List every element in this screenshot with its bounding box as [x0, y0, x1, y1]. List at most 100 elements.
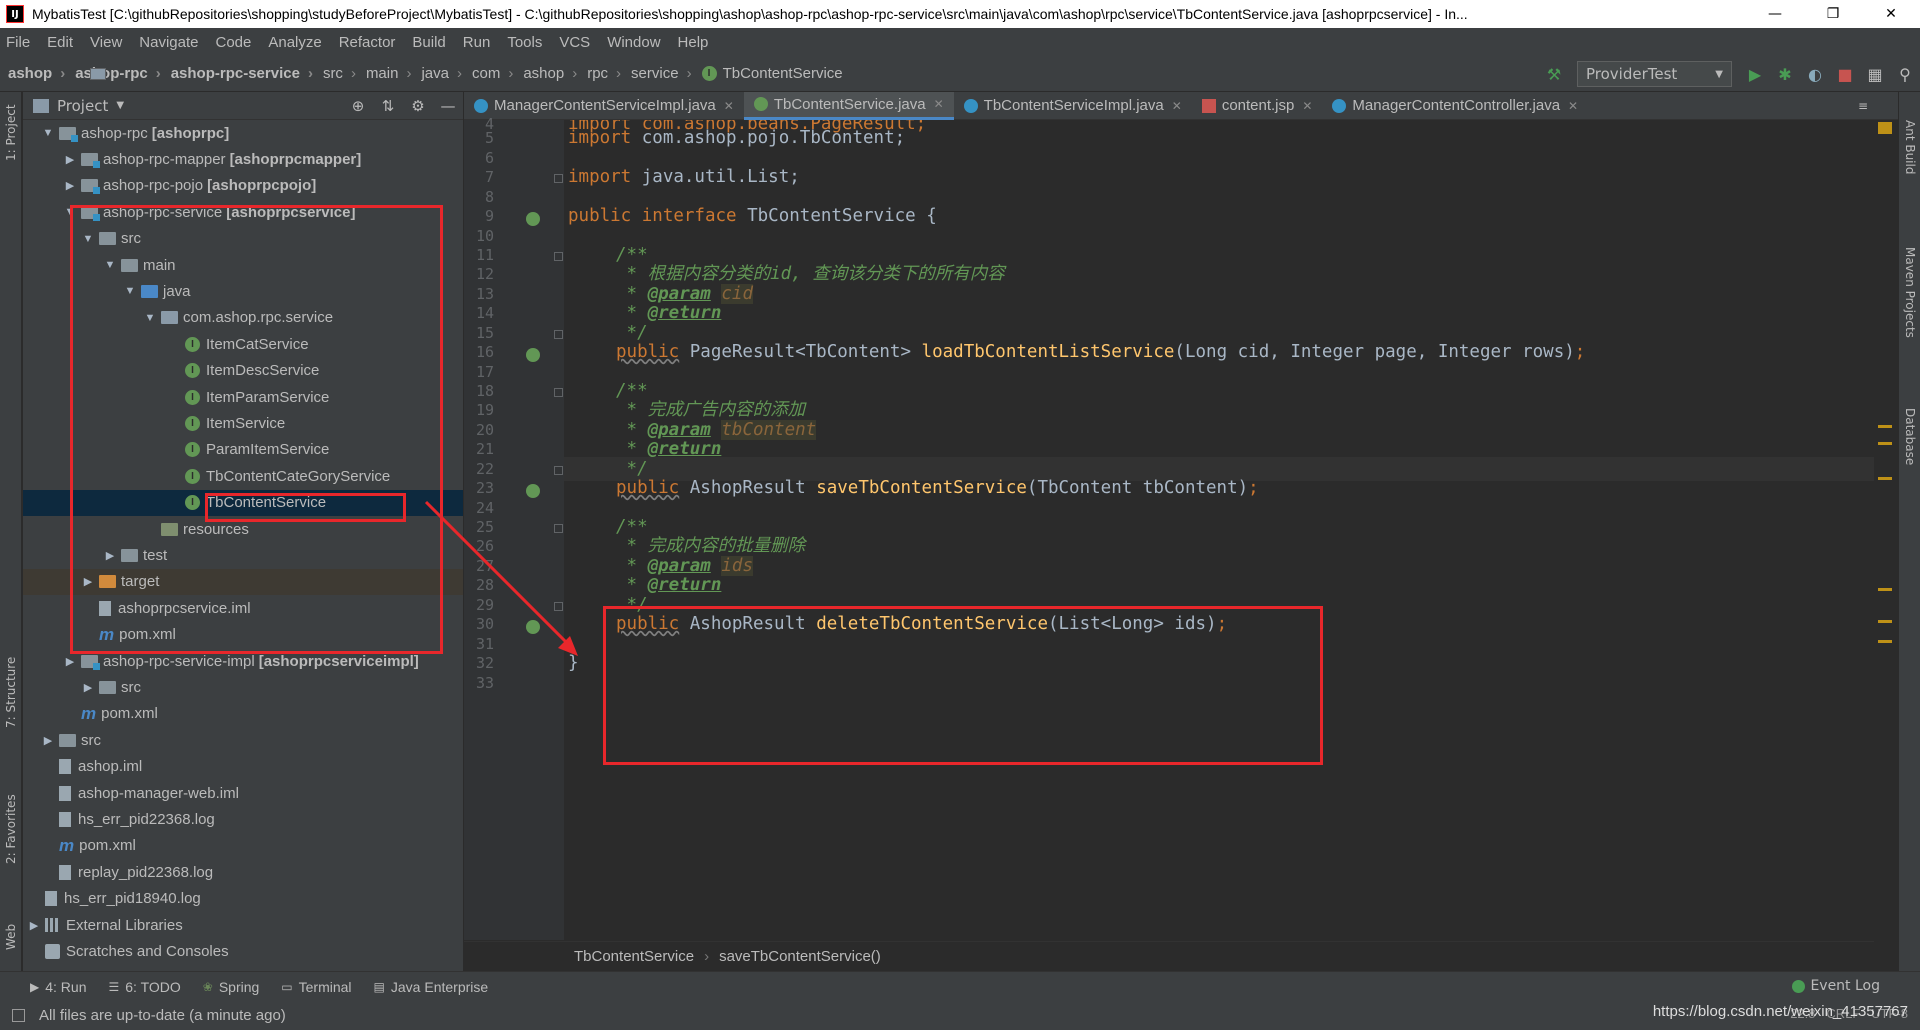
collapsed-arrow-icon[interactable]: ▶ — [63, 655, 77, 668]
expanded-arrow-icon[interactable]: ▼ — [41, 127, 55, 139]
tree-item[interactable]: ▶ src — [23, 674, 463, 700]
tool-terminal[interactable]: ▭ Terminal — [281, 979, 351, 995]
close-button[interactable]: ✕ — [1862, 0, 1920, 28]
tool-java-enterprise[interactable]: ▤ Java Enterprise — [374, 979, 489, 995]
tree-item[interactable]: m pom.xml — [23, 622, 463, 648]
tree-item[interactable]: ▶ src — [23, 727, 463, 753]
hide-icon[interactable]: — — [433, 97, 463, 115]
tab-structure[interactable]: 7: Structure — [0, 647, 22, 737]
tree-item[interactable]: ▶ ashop-rpc-mapper [ashoprpcmapper] — [23, 146, 463, 172]
menu-help[interactable]: Help — [678, 34, 709, 51]
tree-item[interactable]: Scratches and Consoles — [23, 938, 463, 964]
warning-indicator-icon[interactable] — [1878, 122, 1892, 134]
tree-item[interactable]: I ItemService — [23, 410, 463, 436]
fold-marker-icon[interactable] — [554, 466, 563, 475]
fold-marker-icon[interactable] — [554, 174, 563, 183]
close-icon[interactable]: ✕ — [1172, 99, 1182, 113]
warning-mark[interactable] — [1878, 477, 1892, 480]
tool-todo[interactable]: ☰ 6: TODO — [108, 979, 180, 995]
breadcrumb-src[interactable]: src › — [90, 65, 356, 82]
tree-item[interactable]: resources — [23, 516, 463, 542]
expanded-arrow-icon[interactable]: ▼ — [143, 312, 157, 324]
menu-window[interactable]: Window — [607, 34, 660, 51]
menu-run[interactable]: Run — [463, 34, 491, 51]
tab-content-jsp[interactable]: content.jsp ✕ — [1192, 92, 1323, 120]
tree-item[interactable]: ▼ ashop-rpc-service [ashoprpcservice] — [23, 199, 463, 225]
tree-item[interactable]: ashop.iml — [23, 754, 463, 780]
tab-maven-projects[interactable]: Maven Projects — [1899, 222, 1920, 362]
menu-file[interactable]: File — [6, 34, 30, 51]
breadcrumb-service[interactable]: service › — [90, 65, 692, 82]
tab-tbcontentservice[interactable]: TbContentService.java ✕ — [743, 91, 954, 120]
breadcrumb-tbcontentservice[interactable]: I TbContentService — [701, 65, 843, 82]
collapsed-arrow-icon[interactable]: ▶ — [63, 153, 77, 166]
locate-icon[interactable]: ⊕ — [343, 97, 373, 115]
editor-breadcrumb-method[interactable]: saveTbContentService() — [719, 948, 881, 965]
tree-item[interactable]: ▼ main — [23, 252, 463, 278]
warning-mark[interactable] — [1878, 425, 1892, 428]
menu-navigate[interactable]: Navigate — [139, 34, 198, 51]
tab-tbcontentserviceimpl[interactable]: TbContentServiceImpl.java ✕ — [954, 92, 1192, 120]
collapsed-arrow-icon[interactable]: ▶ — [103, 549, 117, 562]
tree-item[interactable]: ashoprpcservice.iml — [23, 595, 463, 621]
breadcrumb-ashop-rpc[interactable]: ashop-rpc › — [75, 65, 161, 82]
fold-marker-icon[interactable] — [554, 330, 563, 339]
tree-item[interactable]: ▼ ashop-rpc [ashoprpc] — [23, 120, 463, 146]
tree-item[interactable]: hs_err_pid18940.log — [23, 886, 463, 912]
breadcrumb-rpc[interactable]: rpc › — [90, 65, 621, 82]
tree-item[interactable]: ▶ ashop-rpc-service-impl [ashoprpcservicei… — [23, 648, 463, 674]
close-icon[interactable]: ✕ — [934, 97, 944, 111]
tree-item[interactable]: ▼ java — [23, 278, 463, 304]
tree-item[interactable]: hs_err_pid22368.log — [23, 806, 463, 832]
collapse-all-icon[interactable]: ⇅ — [373, 97, 403, 115]
implemented-marker-icon[interactable] — [526, 348, 540, 362]
collapsed-arrow-icon[interactable]: ▶ — [27, 919, 41, 932]
minimize-button[interactable]: — — [1746, 0, 1804, 28]
close-icon[interactable]: ✕ — [724, 99, 734, 113]
tab-ant-build[interactable]: Ant Build — [1899, 102, 1920, 192]
tree-item[interactable]: replay_pid22368.log — [23, 859, 463, 885]
run-configuration-select[interactable]: ProviderTest ▼ — [1577, 61, 1732, 87]
breadcrumb-ashop[interactable]: ashop › — [8, 65, 106, 82]
maximize-button[interactable]: ❐ — [1804, 0, 1862, 28]
tool-run[interactable]: ▶ 4: Run — [30, 979, 86, 995]
menu-vcs[interactable]: VCS — [559, 34, 590, 51]
menu-build[interactable]: Build — [412, 34, 445, 51]
menu-tools[interactable]: Tools — [507, 34, 542, 51]
expanded-arrow-icon[interactable]: ▼ — [81, 233, 95, 245]
warning-mark[interactable] — [1878, 442, 1892, 445]
tree-item[interactable]: I TbContentCateGoryService — [23, 463, 463, 489]
tab-managercontentserviceimpl[interactable]: ManagerContentServiceImpl.java ✕ — [464, 92, 744, 120]
implemented-marker-icon[interactable] — [526, 212, 540, 226]
tool-spring[interactable]: ❀ Spring — [203, 979, 260, 995]
breadcrumb-ashop-pkg[interactable]: ashop › — [90, 65, 577, 82]
chevron-down-icon[interactable]: ▼ — [116, 100, 124, 111]
tab-list-icon[interactable]: ≡ — [1858, 99, 1868, 113]
menu-code[interactable]: Code — [215, 34, 251, 51]
implemented-marker-icon[interactable] — [526, 620, 540, 634]
tree-item[interactable]: ▶ target — [23, 568, 463, 595]
expanded-arrow-icon[interactable]: ▼ — [123, 285, 137, 297]
tab-managercontentcontroller[interactable]: ManagerContentController.java ✕ — [1322, 92, 1588, 120]
close-icon[interactable]: ✕ — [1302, 99, 1312, 113]
project-structure-icon[interactable]: ▦ — [1860, 65, 1890, 84]
coverage-icon[interactable]: ◐ — [1800, 65, 1830, 84]
menu-view[interactable]: View — [90, 34, 122, 51]
code-area[interactable]: import com.ashop.beans.PageResult; impor… — [564, 120, 1874, 940]
tree-item[interactable]: I ItemDescService — [23, 358, 463, 384]
implemented-marker-icon[interactable] — [526, 484, 540, 498]
warning-mark[interactable] — [1878, 640, 1892, 643]
tree-item[interactable]: m pom.xml — [23, 833, 463, 859]
tab-project[interactable]: 1: Project — [0, 98, 22, 168]
fold-marker-icon[interactable] — [554, 388, 563, 397]
fold-marker-icon[interactable] — [554, 524, 563, 533]
tree-item[interactable]: ▶ test — [23, 542, 463, 568]
expanded-arrow-icon[interactable]: ▼ — [63, 206, 77, 218]
tab-favorites[interactable]: 2: Favorites — [0, 782, 22, 877]
event-log-button[interactable]: Event Log — [1792, 978, 1880, 994]
tree-item[interactable]: ▶ ashop-rpc-pojo [ashoprpcpojo] — [23, 173, 463, 199]
tree-item[interactable]: I ItemCatService — [23, 331, 463, 357]
tree-item[interactable]: ashop-manager-web.iml — [23, 780, 463, 806]
close-icon[interactable]: ✕ — [1568, 99, 1578, 113]
expanded-arrow-icon[interactable]: ▼ — [103, 259, 117, 271]
